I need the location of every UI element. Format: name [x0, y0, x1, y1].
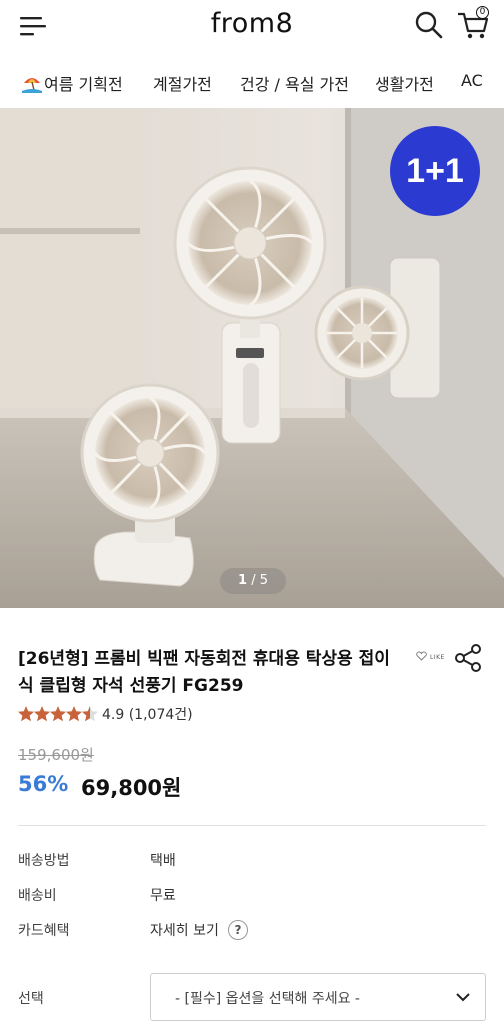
like-label: LIKE: [430, 654, 445, 661]
category-nav: 여름 기획전 계절가전 건강 / 욕실 가전 생활가전 AC: [0, 58, 504, 104]
pager-separator: /: [251, 573, 256, 588]
nav-item-living[interactable]: 생활가전: [375, 71, 434, 95]
nav-item-ac[interactable]: AC: [461, 71, 483, 90]
card-benefit-label: 카드혜택: [18, 923, 70, 939]
carousel-pager: 1 / 5: [220, 568, 286, 594]
shipping-fee-value: 무료: [150, 888, 176, 904]
promo-badge: 1+1: [390, 126, 480, 216]
original-price: 159,600원: [18, 746, 94, 764]
pager-total: 5: [259, 573, 268, 588]
option-select-value: - [필수] 옵션을 선택해 주세요 -: [175, 991, 360, 1007]
product-title: [26년형] 프롬비 빅팬 자동회전 휴대용 탁상용 접이식 클립형 자석 선풍…: [18, 649, 390, 696]
heart-icon: [416, 651, 427, 661]
discount-rate: 56%: [18, 772, 69, 796]
help-icon[interactable]: ?: [228, 920, 248, 940]
option-select[interactable]: - [필수] 옵션을 선택해 주세요 -: [150, 973, 486, 1021]
shipping-method-value: 택배: [150, 853, 176, 869]
top-header: from8 0: [0, 0, 504, 52]
nav-item-seasonal[interactable]: 계절가전: [153, 71, 212, 95]
pager-current: 1: [238, 573, 248, 588]
like-button[interactable]: LIKE: [416, 650, 446, 666]
shipping-method-label: 배송방법: [18, 853, 70, 869]
sale-price: 69,800원: [81, 776, 182, 800]
card-benefit-link[interactable]: 자세히 보기: [150, 920, 219, 940]
chevron-down-icon: [456, 993, 470, 1002]
nav-item-label: 여름 기획전: [44, 75, 123, 94]
nav-item-summer-event[interactable]: 여름 기획전: [22, 71, 123, 95]
share-icon[interactable]: [452, 642, 484, 674]
shipping-fee-label: 배송비: [18, 888, 57, 904]
rating-text: 4.9 (1,074건): [102, 707, 193, 723]
beach-umbrella-icon: [22, 78, 42, 93]
cart-count-badge: 0: [476, 6, 489, 19]
divider: [18, 825, 486, 826]
nav-item-health-bath[interactable]: 건강 / 욕실 가전: [240, 71, 349, 95]
search-icon[interactable]: [414, 10, 444, 40]
option-label: 선택: [18, 991, 44, 1007]
star-rating-icon: [18, 706, 98, 722]
